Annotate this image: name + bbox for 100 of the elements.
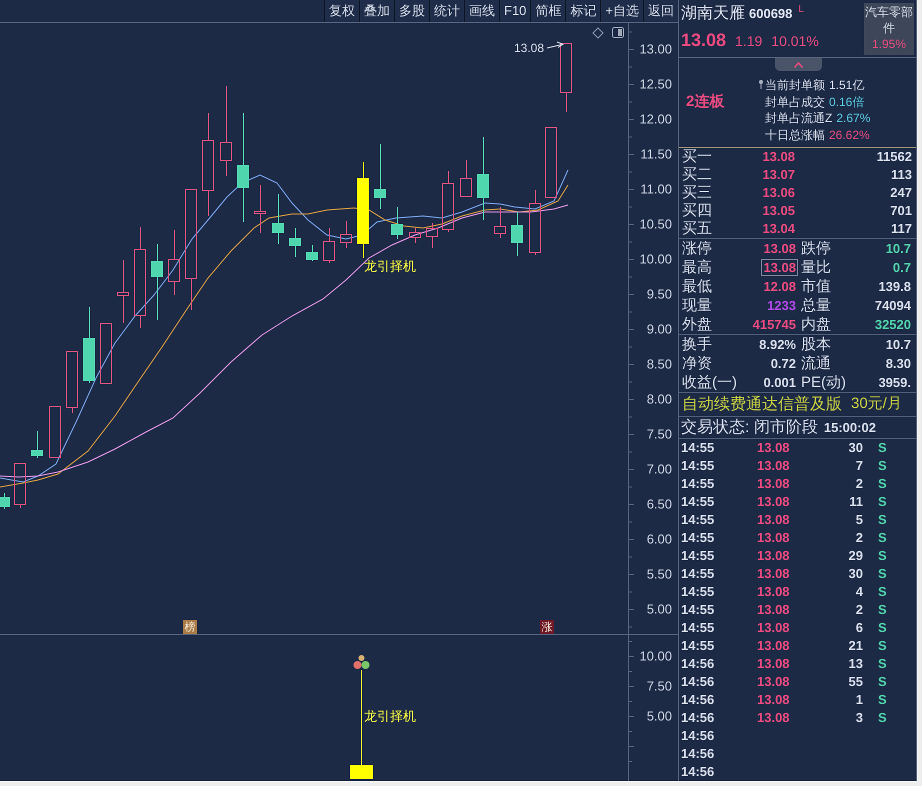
stat-value: 12.08 [762, 278, 797, 295]
stat-label: PE(动) [801, 373, 846, 392]
tick-volume: 6 [854, 619, 863, 638]
stat-value: 0.72 [770, 355, 797, 372]
axis-label: 7.50 [646, 426, 672, 442]
tick-volume: 5 [854, 511, 863, 530]
order-price: 13.07 [761, 166, 795, 184]
tick-price: 13.08 [757, 601, 791, 620]
axis-label: 10.00 [639, 648, 672, 664]
axis-label: 6.50 [646, 496, 672, 512]
candle [306, 244, 318, 262]
toolbar-button[interactable]: 统计 [429, 0, 464, 22]
toolbar-button[interactable]: 多股 [394, 0, 429, 22]
price-label: 13.08 [514, 41, 544, 55]
candle [14, 463, 26, 508]
tick-time: 14:56 [680, 691, 716, 710]
streak-label: 2连板 [686, 92, 724, 112]
axis-label: 5.00 [646, 602, 672, 616]
tick-side: S [877, 439, 887, 458]
tick-volume: 11 [848, 493, 863, 512]
tick-side: S [877, 565, 887, 584]
candle [254, 184, 266, 234]
tick-side: S [877, 601, 887, 620]
info-label: 当前封单额 [765, 77, 825, 94]
candle [494, 206, 506, 238]
candle [66, 351, 78, 414]
flag-label: L [798, 4, 804, 16]
toolbar-button[interactable]: +自选 [600, 0, 643, 22]
collapse-button[interactable] [775, 58, 822, 71]
tick-volume: 4 [854, 583, 863, 602]
stat-value: 32520 [874, 316, 912, 333]
tick-side: S [877, 493, 887, 512]
axis-label: 11.50 [640, 146, 672, 162]
tick-time: 14:55 [680, 511, 716, 530]
tick-volume: 2 [854, 601, 863, 620]
stat-label: 股本 [801, 335, 831, 354]
change-percent: 10.01% [771, 32, 819, 51]
axis-label: 7.00 [646, 462, 672, 476]
stat-value: 10.7 [884, 336, 912, 353]
tick-price: 13.08 [757, 493, 791, 512]
axis-label: 8.00 [646, 392, 672, 406]
info-label: 十日总涨幅 [765, 126, 825, 144]
order-label: 买二 [681, 166, 713, 184]
diamond-icon[interactable] [592, 27, 604, 39]
axis-label: 8.50 [646, 356, 672, 372]
tick-side: S [877, 475, 887, 494]
order-price: 13.06 [761, 184, 795, 202]
tick-side: S [877, 709, 887, 728]
toolbar-button[interactable]: 叠加 [359, 0, 394, 22]
toolbar-button[interactable]: 复权 [324, 0, 359, 22]
candle [529, 190, 541, 256]
info-label: 封单占流通Z [765, 110, 832, 128]
toolbar-button[interactable]: 标记 [565, 0, 600, 22]
tick-price: 13.08 [757, 439, 791, 458]
info-value: 2.67% [836, 110, 870, 128]
order-volume: 11562 [876, 148, 913, 166]
axis-label: 9.00 [646, 322, 672, 336]
tick-time: 14:55 [680, 637, 716, 656]
candle [391, 206, 403, 240]
stat-label: 涨停 [682, 239, 712, 258]
status-time: 15:00:02 [824, 418, 876, 437]
candle [340, 220, 352, 248]
toolbar-button[interactable]: F10 [499, 0, 530, 22]
candle [374, 144, 386, 210]
info-label: 封单占成交 [765, 94, 825, 111]
limit-up-tag: 涨 [540, 620, 554, 634]
tick-side: S [877, 529, 887, 548]
tick-volume: 13 [848, 655, 863, 674]
last-price: 13.08 [681, 29, 726, 51]
tick-side: S [877, 583, 887, 602]
tick-price: 13.08 [757, 529, 791, 548]
candle [409, 228, 421, 244]
candle [545, 127, 557, 198]
stat-label: 换手 [682, 335, 712, 354]
tick-time: 14:56 [680, 655, 716, 674]
stat-label: 最低 [682, 277, 712, 296]
axis-label: 13.00 [639, 42, 672, 56]
tick-time: 14:56 [680, 727, 716, 746]
tick-side: S [877, 673, 887, 692]
tick-side: S [877, 637, 887, 656]
tick-volume: 7 [854, 457, 863, 476]
stat-value: 1233 [766, 297, 797, 314]
stat-value: 8.30 [884, 355, 912, 372]
tick-volume: 55 [848, 673, 863, 692]
panel-toggle-icon[interactable] [612, 27, 624, 38]
order-volume: 701 [889, 202, 913, 220]
promo-text: 自动续费通达信普及版 [682, 394, 842, 414]
order-label: 买五 [681, 220, 713, 238]
tick-price: 13.08 [757, 511, 791, 530]
stat-label: 总量 [801, 296, 831, 315]
toolbar-button[interactable]: 画线 [464, 0, 499, 22]
tick-price: 13.08 [757, 565, 791, 584]
stat-value: 139.8 [877, 278, 912, 295]
tick-volume: 2 [854, 475, 863, 494]
axis-label: 9.50 [646, 286, 672, 302]
toolbar-button[interactable]: 返回 [643, 0, 678, 22]
axis-label: 10.50 [639, 216, 672, 232]
tick-time: 14:55 [680, 475, 716, 494]
chevron-up-icon [794, 62, 803, 68]
toolbar-button[interactable]: 简框 [530, 0, 566, 22]
